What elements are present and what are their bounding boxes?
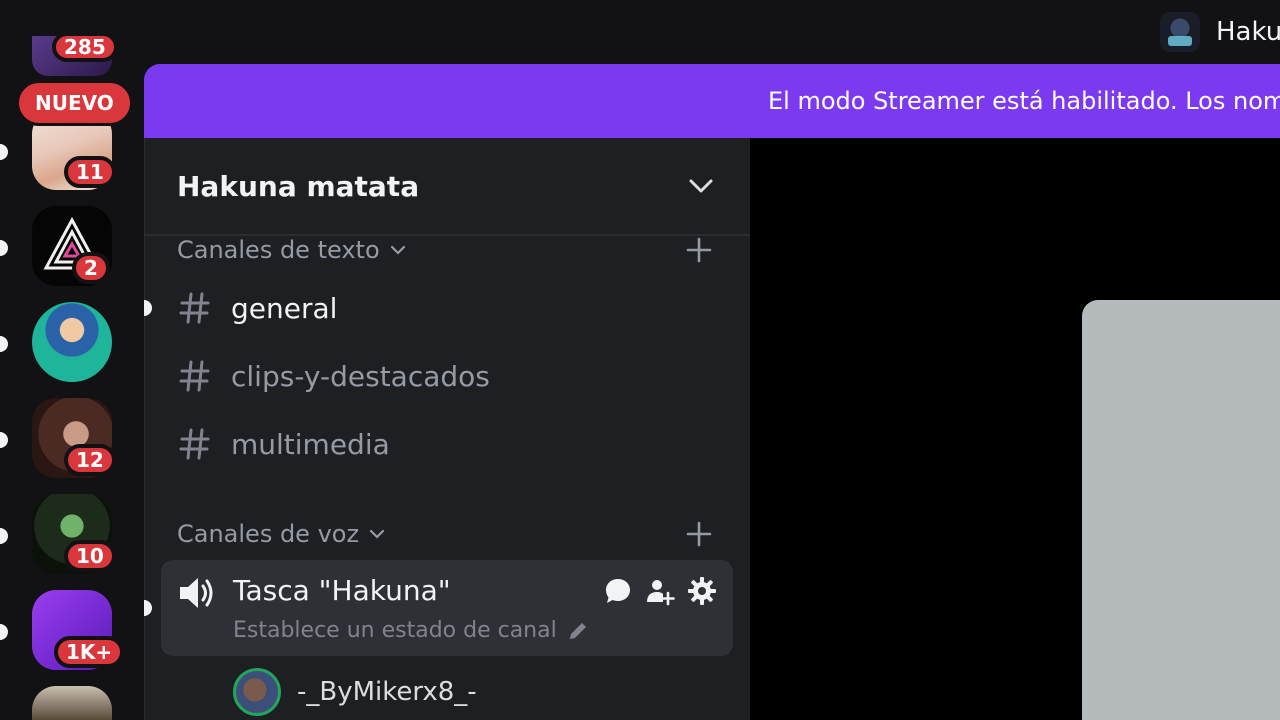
server-title: Hakuna matata <box>177 169 420 203</box>
mention-badge: 11 <box>64 156 116 188</box>
chevron-down-icon <box>369 529 385 539</box>
channel-sidebar: Hakuna matata Canales de texto general c… <box>144 138 751 720</box>
voice-channel-name: Tasca "Hakuna" <box>233 574 451 607</box>
server-item[interactable]: 2 <box>32 206 112 286</box>
text-channels-category[interactable]: Canales de texto <box>177 236 406 264</box>
gear-icon[interactable] <box>687 576 717 606</box>
server-item[interactable]: 1K+ <box>32 590 125 670</box>
chevron-down-icon <box>390 245 405 255</box>
category-label: Canales de voz <box>177 520 360 548</box>
channel-multimedia[interactable]: multimedia <box>161 416 733 472</box>
avatar <box>233 668 281 716</box>
server-header[interactable]: Hakuna matata <box>145 138 751 236</box>
mention-badge: 1K+ <box>54 636 125 668</box>
server-item[interactable]: 285 <box>32 32 118 76</box>
banner-text: El modo Streamer está habilitado. Los no… <box>768 87 1280 115</box>
voice-channel-tasca[interactable]: Tasca "Hakuna" Establece un estado de ca… <box>161 560 733 656</box>
unread-pill <box>0 528 8 544</box>
server-item[interactable] <box>32 302 112 382</box>
top-server-indicator: Haku <box>1160 12 1280 52</box>
speaker-icon <box>180 578 213 608</box>
mention-badge: 10 <box>64 540 116 572</box>
category-label: Canales de texto <box>177 236 380 264</box>
streamer-mode-banner: El modo Streamer está habilitado. Los no… <box>144 64 1280 138</box>
unread-pill <box>0 240 8 256</box>
server-rail: 285 NUEVO 11 2 12 10 1K+ <box>0 32 144 720</box>
server-item[interactable]: 12 <box>32 398 116 478</box>
status-placeholder: Establece un estado de canal <box>233 618 557 643</box>
channel-name: general <box>231 291 338 325</box>
hash-icon <box>179 292 210 324</box>
add-text-channel-icon[interactable] <box>685 236 713 264</box>
mention-badge: 2 <box>72 252 110 284</box>
title-bar: Haku <box>0 0 1280 64</box>
preview-panel <box>1082 300 1280 720</box>
voice-member[interactable]: -_ByMikerx8_- <box>233 668 477 716</box>
channel-general[interactable]: general <box>161 280 733 336</box>
server-icon <box>1160 12 1200 52</box>
hash-icon <box>179 360 210 392</box>
add-voice-channel-icon[interactable] <box>685 520 713 548</box>
server-item[interactable] <box>32 686 112 720</box>
invite-user-icon[interactable] <box>645 576 675 606</box>
new-badge: NUEVO <box>16 80 133 126</box>
chat-bubble-icon[interactable] <box>603 576 633 606</box>
mention-badge: 12 <box>64 444 116 476</box>
channel-clips-y-destacados[interactable]: clips-y-destacados <box>161 348 733 404</box>
discord-app: Haku 285 NUEVO 11 2 12 10 1K+ El modo St… <box>0 0 1280 720</box>
voice-channel-actions <box>603 576 717 606</box>
main-content <box>750 138 1280 720</box>
unread-pill <box>144 600 152 616</box>
hash-icon <box>179 428 210 460</box>
top-server-name: Haku <box>1216 17 1280 47</box>
unread-pill <box>0 624 8 640</box>
unread-pill <box>144 300 152 316</box>
unread-pill <box>0 336 8 352</box>
channel-name: multimedia <box>231 427 390 461</box>
voice-channels-category[interactable]: Canales de voz <box>177 520 385 548</box>
pencil-icon <box>569 622 586 639</box>
channel-name: clips-y-destacados <box>231 359 490 393</box>
mention-badge: 285 <box>52 32 118 62</box>
unread-pill <box>0 144 8 160</box>
member-name: -_ByMikerx8_- <box>297 677 477 707</box>
unread-pill <box>0 432 8 448</box>
server-item[interactable]: 10 <box>32 494 116 574</box>
set-channel-status[interactable]: Establece un estado de canal <box>233 618 589 643</box>
chevron-down-icon <box>689 179 713 193</box>
